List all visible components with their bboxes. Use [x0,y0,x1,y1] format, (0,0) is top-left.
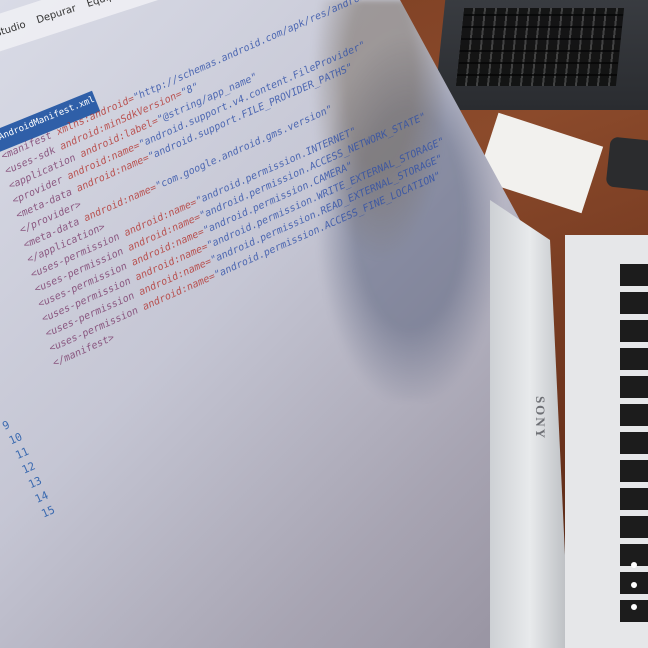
status-light [631,562,637,568]
smartphone [605,136,648,194]
status-light [631,582,637,588]
photo-scene: StudioDepurarEquipoSQLHerramientas Andro… [0,0,648,648]
menu-item: Studio [0,18,28,40]
menu-item: Equipo [85,0,121,9]
menu-item: Depurar [35,2,78,26]
brand-logo: SONY [533,395,549,441]
status-light [631,604,637,610]
background-laptop-keyboard [455,8,625,86]
keyboard-keys [620,262,648,622]
